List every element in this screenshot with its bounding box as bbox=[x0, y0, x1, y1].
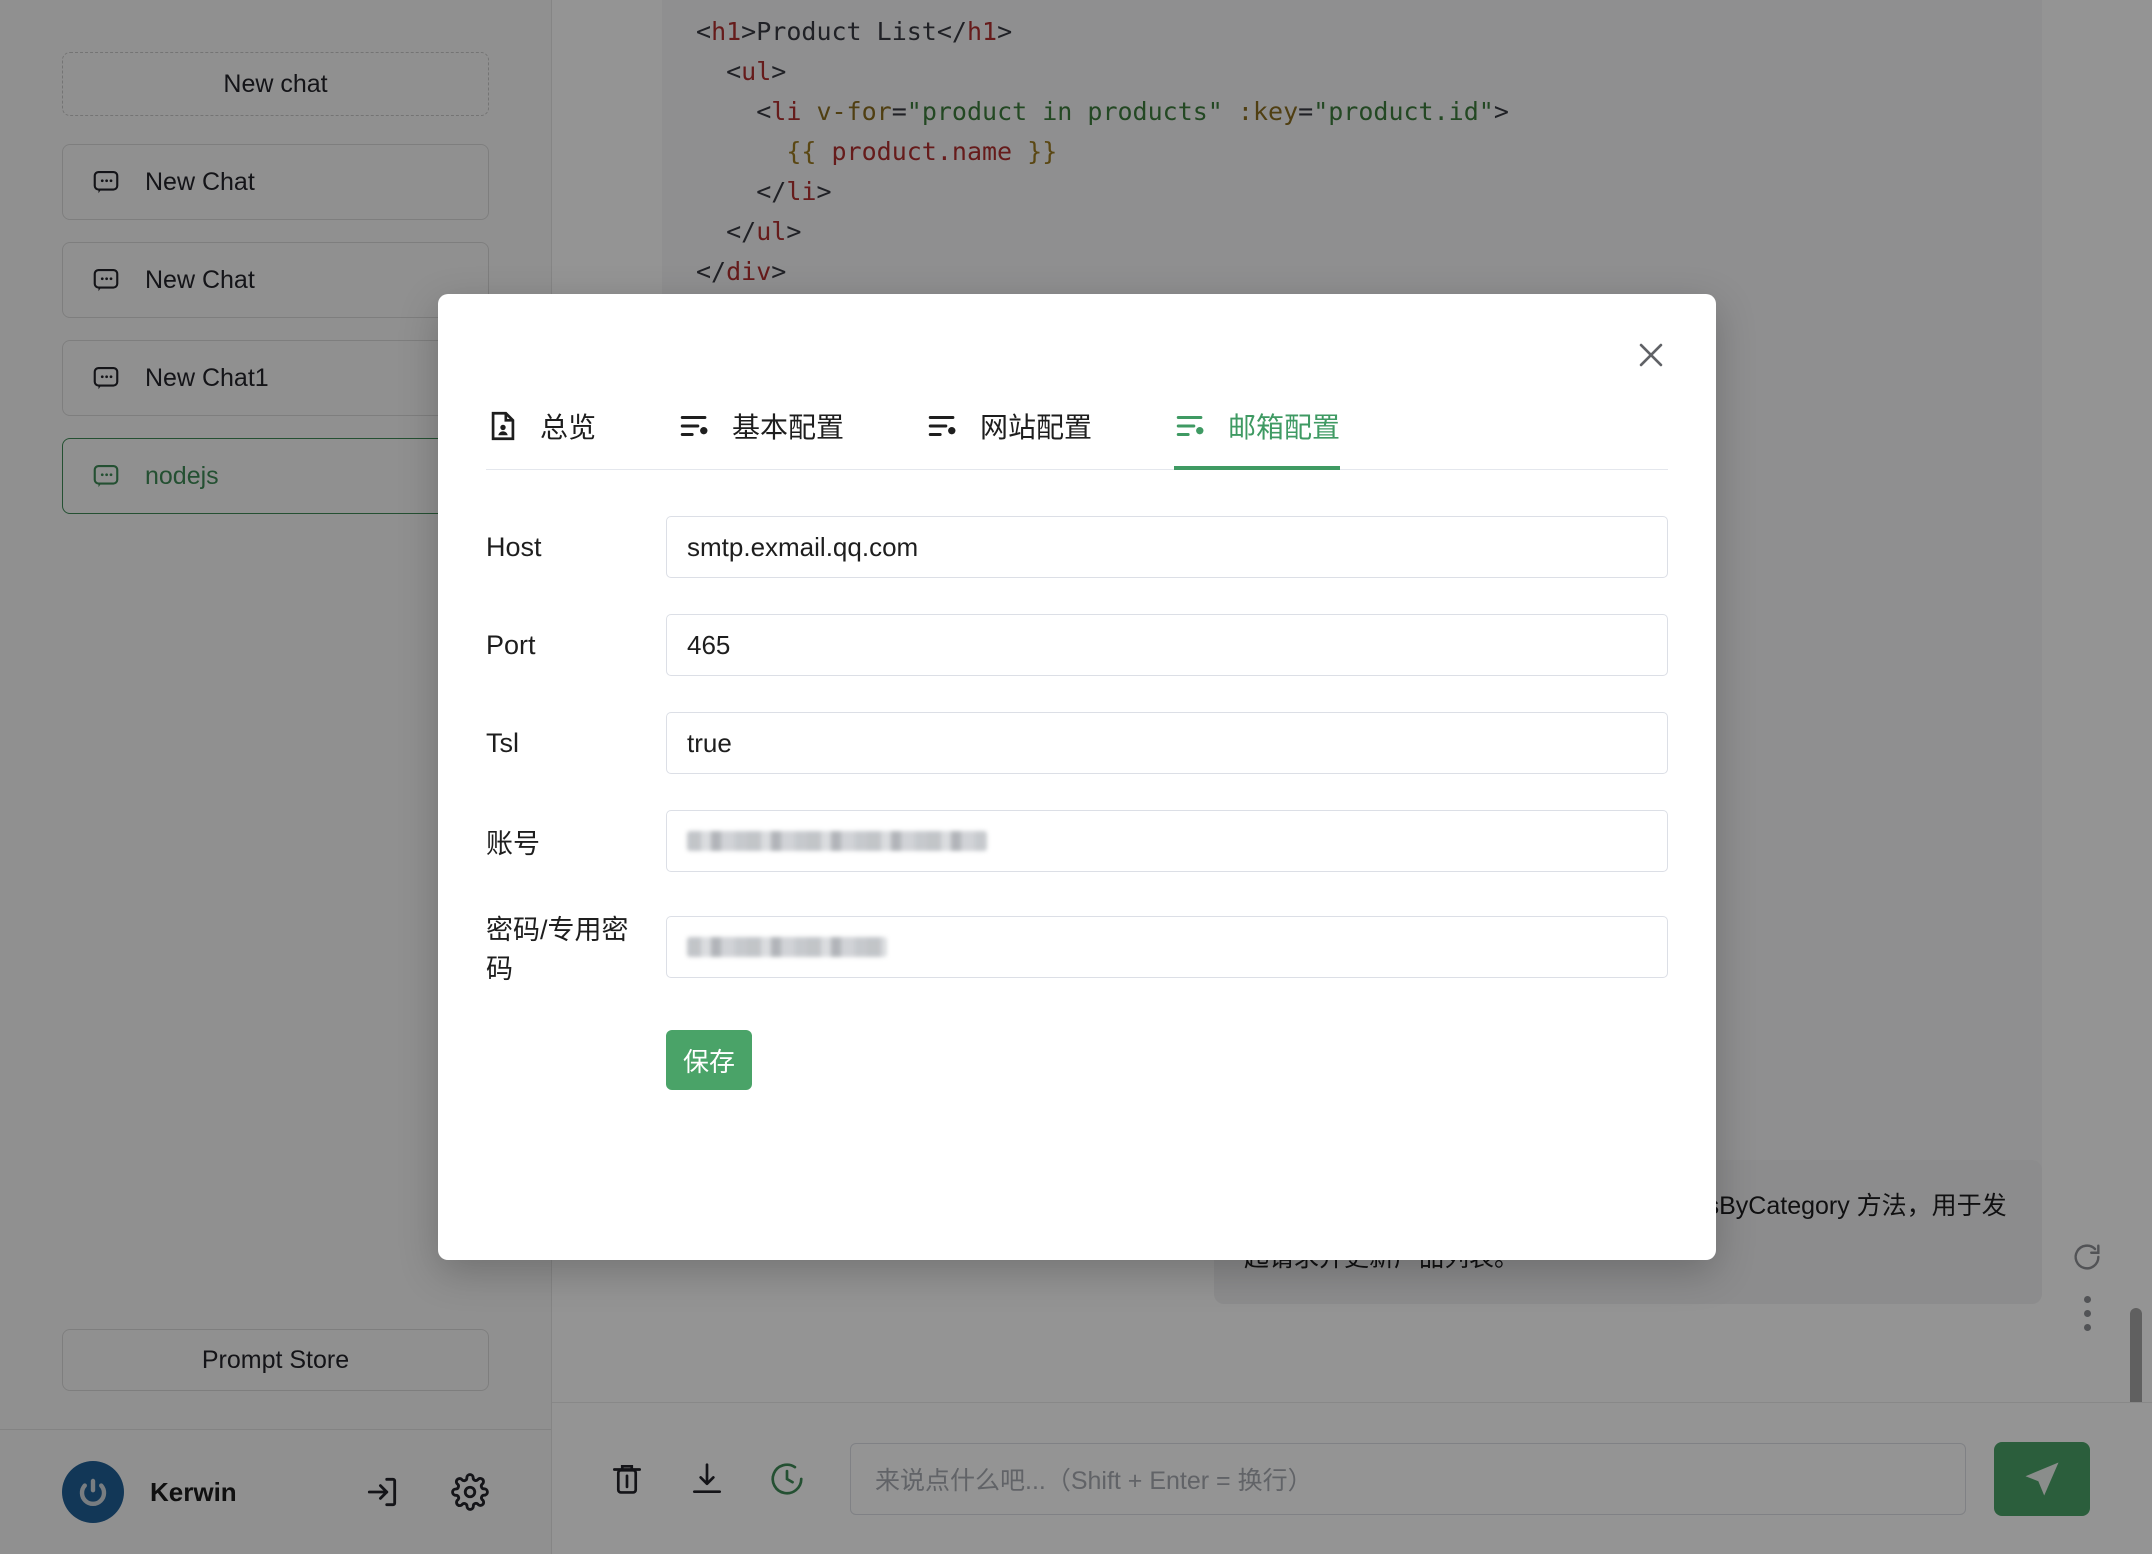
close-icon[interactable] bbox=[1628, 332, 1674, 378]
form-row-host: Host smtp.exmail.qq.com bbox=[486, 516, 1668, 578]
field-label: Port bbox=[486, 629, 536, 660]
tab-basic-config[interactable]: 基本配置 bbox=[678, 399, 844, 469]
port-input[interactable]: 465 bbox=[666, 614, 1668, 676]
list-settings-icon bbox=[678, 409, 712, 443]
list-settings-icon bbox=[1174, 409, 1208, 443]
document-user-icon bbox=[486, 409, 520, 443]
host-input[interactable]: smtp.exmail.qq.com bbox=[666, 516, 1668, 578]
field-label: 账号 bbox=[486, 828, 540, 859]
save-button[interactable]: 保存 bbox=[666, 1030, 752, 1090]
field-label: Host bbox=[486, 531, 542, 562]
tab-label: 邮箱配置 bbox=[1228, 412, 1341, 443]
save-row: 保存 bbox=[486, 1022, 1668, 1090]
tab-label: 网站配置 bbox=[980, 412, 1093, 443]
form-row-account: 账号 bbox=[486, 810, 1668, 872]
tab-overview[interactable]: 总览 bbox=[486, 399, 596, 469]
tab-label: 总览 bbox=[540, 412, 597, 443]
account-input[interactable] bbox=[666, 810, 1668, 872]
settings-modal: 总览 基本配置 网站配置 邮箱配置 Host smtp.exmail.qq.co… bbox=[438, 294, 1716, 1260]
list-settings-icon bbox=[926, 409, 960, 443]
mail-config-form: Host smtp.exmail.qq.com Port 465 Tsl tru… bbox=[438, 470, 1716, 1260]
tab-mail-config[interactable]: 邮箱配置 bbox=[1174, 399, 1341, 470]
field-label: Tsl bbox=[486, 727, 519, 758]
redacted-value bbox=[687, 937, 887, 957]
form-row-password: 密码/专用密码 bbox=[486, 908, 1668, 986]
tab-website-config[interactable]: 网站配置 bbox=[926, 399, 1092, 469]
field-label: 密码/专用密码 bbox=[486, 915, 629, 984]
password-input[interactable] bbox=[666, 916, 1668, 978]
tab-label: 基本配置 bbox=[732, 412, 845, 443]
redacted-value bbox=[687, 831, 987, 851]
tsl-input[interactable]: true bbox=[666, 712, 1668, 774]
form-row-port: Port 465 bbox=[486, 614, 1668, 676]
form-row-tsl: Tsl true bbox=[486, 712, 1668, 774]
modal-tab-bar: 总览 基本配置 网站配置 邮箱配置 bbox=[486, 398, 1668, 470]
